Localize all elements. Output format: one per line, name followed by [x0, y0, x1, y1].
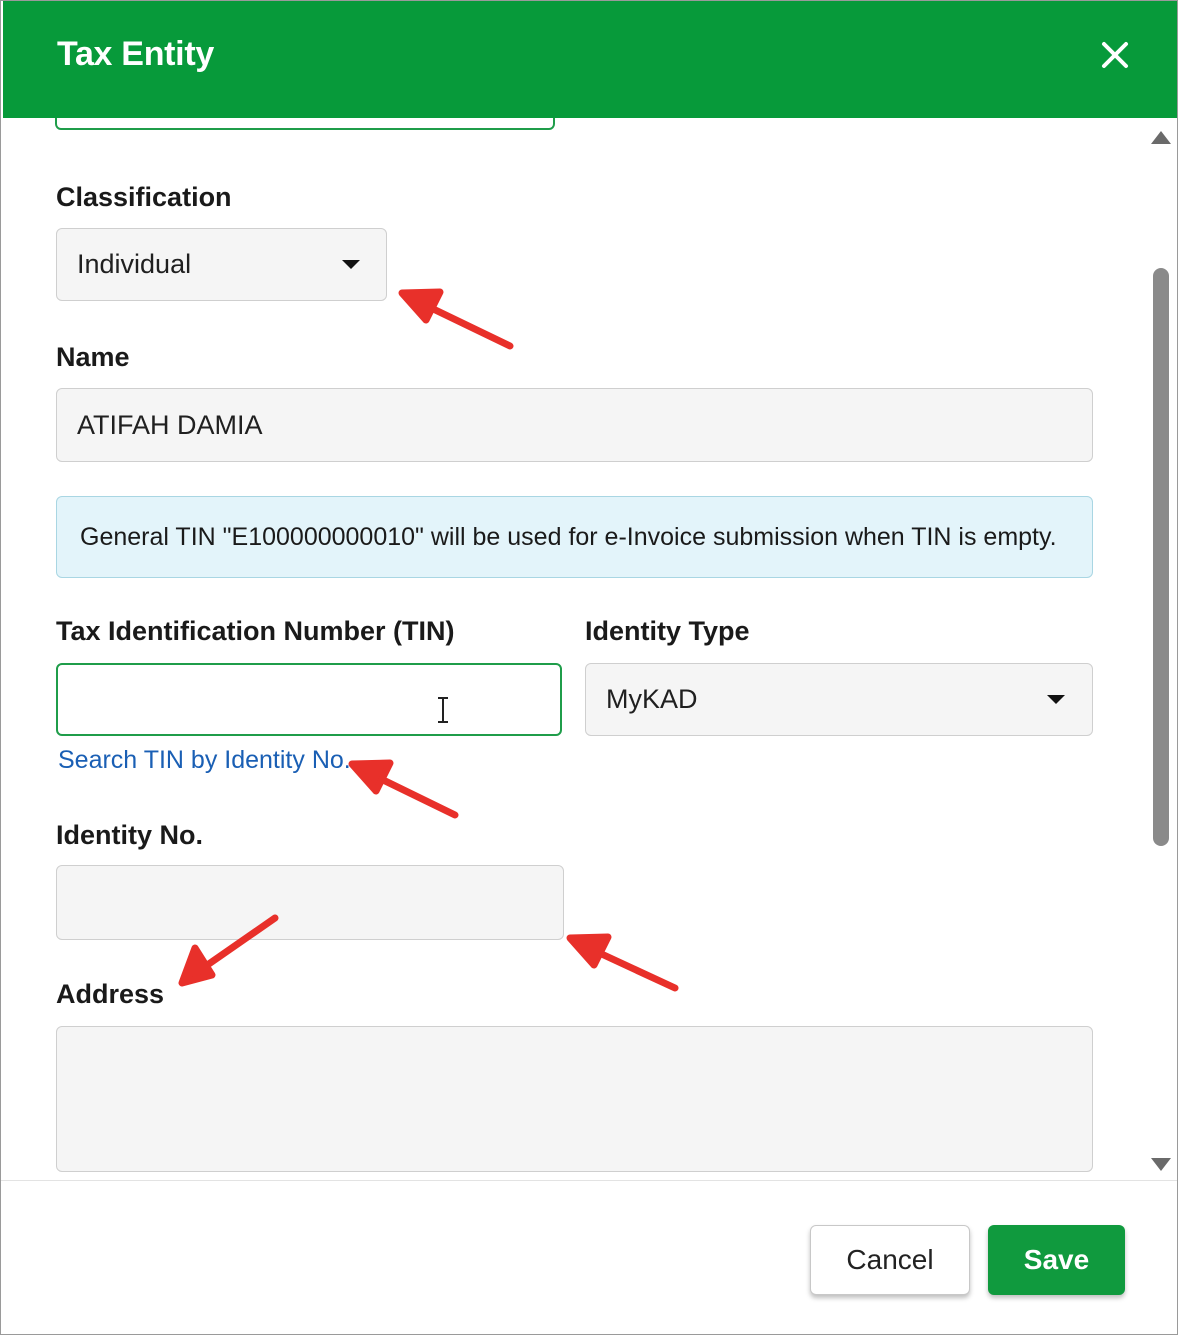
dialog-body: Classification Individual Name ATIFAH DA…: [1, 118, 1177, 1180]
classification-value: Individual: [77, 249, 192, 279]
scroll-up-icon[interactable]: [1151, 131, 1171, 144]
name-value: ATIFAH DAMIA: [77, 409, 263, 440]
close-icon[interactable]: [1097, 37, 1133, 73]
save-button[interactable]: Save: [988, 1225, 1125, 1295]
tax-entity-dialog: Tax Entity Classification Individual Nam…: [0, 0, 1178, 1335]
address-label: Address: [56, 979, 165, 1009]
info-banner-text: General TIN "E100000000010" will be used…: [80, 522, 1057, 551]
scrollbar-thumb[interactable]: [1153, 268, 1169, 846]
identity-no-field[interactable]: [56, 865, 564, 940]
scrollbar[interactable]: [1147, 126, 1175, 1171]
chevron-down-icon: [342, 260, 360, 269]
previous-field-partial[interactable]: [55, 118, 555, 130]
name-field[interactable]: ATIFAH DAMIA: [56, 388, 1093, 462]
tin-input[interactable]: [56, 663, 562, 736]
identity-type-label: Identity Type: [585, 616, 750, 646]
search-tin-link[interactable]: Search TIN by Identity No.: [58, 746, 351, 775]
identity-type-select[interactable]: MyKAD: [585, 663, 1093, 736]
classification-select[interactable]: Individual: [56, 228, 387, 301]
scroll-down-icon[interactable]: [1151, 1158, 1171, 1171]
text-cursor-icon: [438, 697, 448, 723]
dialog-header: Tax Entity: [3, 1, 1177, 118]
address-textarea[interactable]: [56, 1026, 1093, 1172]
info-banner: General TIN "E100000000010" will be used…: [56, 496, 1093, 578]
identity-type-value: MyKAD: [606, 684, 698, 714]
dialog-footer: Cancel Save: [1, 1180, 1177, 1334]
classification-label: Classification: [56, 182, 232, 212]
dialog-title: Tax Entity: [57, 35, 214, 73]
name-label: Name: [56, 342, 130, 372]
identity-no-label: Identity No.: [56, 820, 203, 850]
cancel-button[interactable]: Cancel: [810, 1225, 970, 1295]
chevron-down-icon: [1047, 695, 1065, 704]
tin-label: Tax Identification Number (TIN): [56, 616, 455, 646]
